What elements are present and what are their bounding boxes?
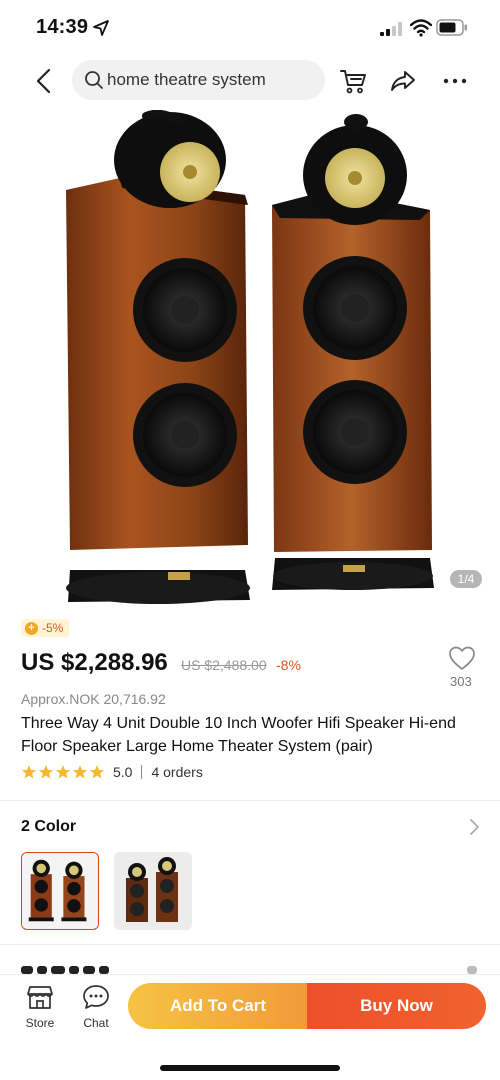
wishlist-count: 303 bbox=[450, 674, 472, 689]
color-section-title[interactable]: 2 Color bbox=[21, 818, 76, 836]
color-swatch-2[interactable] bbox=[114, 852, 192, 930]
coin-icon: + bbox=[25, 621, 38, 635]
status-time: 14:39 bbox=[36, 16, 89, 38]
discount-tag: + -5% bbox=[21, 619, 70, 637]
rating-separator bbox=[141, 765, 143, 779]
left-speaker bbox=[66, 110, 250, 604]
cart-icon[interactable] bbox=[338, 66, 368, 96]
chat-icon bbox=[83, 985, 109, 1009]
percent-off: -8% bbox=[276, 657, 301, 673]
add-to-cart-button[interactable]: Add To Cart bbox=[128, 983, 308, 1029]
back-chevron-icon[interactable] bbox=[30, 66, 58, 96]
approx-local-price: Approx.NOK 20,716.92 bbox=[21, 691, 166, 707]
more-icon[interactable] bbox=[440, 66, 470, 96]
star-icon bbox=[21, 765, 37, 779]
buy-now-button[interactable]: Buy Now bbox=[307, 983, 486, 1029]
battery-icon bbox=[436, 19, 467, 36]
store-button[interactable]: Store bbox=[20, 983, 60, 1035]
status-bar: 14:39 bbox=[0, 0, 500, 56]
heart-icon[interactable] bbox=[448, 645, 476, 671]
search-query-text: home theatre system bbox=[107, 70, 266, 89]
store-label: Store bbox=[25, 1016, 55, 1030]
color-swatch-1[interactable] bbox=[21, 852, 99, 930]
star-rating bbox=[21, 764, 105, 780]
color-swatch-2-image bbox=[114, 852, 192, 930]
share-icon[interactable] bbox=[388, 66, 418, 96]
location-arrow-icon bbox=[93, 20, 109, 36]
chat-label: Chat bbox=[83, 1016, 109, 1030]
search-icon bbox=[85, 71, 103, 89]
divider bbox=[0, 800, 500, 801]
right-speaker bbox=[272, 114, 434, 590]
color-swatch-1-image bbox=[22, 853, 97, 928]
star-icon bbox=[55, 765, 71, 779]
search-input[interactable]: home theatre system bbox=[72, 60, 325, 100]
specifications-heading-clipped bbox=[21, 960, 481, 974]
top-nav-bar: home theatre system bbox=[0, 58, 500, 104]
discount-tag-text: -5% bbox=[42, 621, 64, 635]
orders-count: 4 orders bbox=[151, 764, 203, 780]
divider bbox=[0, 944, 500, 945]
rating-row[interactable]: 5.0 4 orders bbox=[21, 763, 203, 781]
wifi-icon bbox=[410, 19, 432, 37]
original-price: US $2,488.00 bbox=[181, 657, 267, 673]
product-title: Three Way 4 Unit Double 10 Inch Woofer H… bbox=[21, 715, 456, 755]
product-image[interactable] bbox=[0, 110, 500, 610]
chat-button[interactable]: Chat bbox=[76, 983, 116, 1035]
chevron-right-icon[interactable] bbox=[468, 818, 480, 836]
rating-value: 5.0 bbox=[113, 764, 133, 780]
star-icon bbox=[89, 765, 105, 779]
current-price: US $2,288.96 bbox=[21, 649, 168, 676]
cellular-signal-icon bbox=[380, 22, 402, 36]
star-icon bbox=[72, 765, 88, 779]
home-indicator[interactable] bbox=[160, 1065, 340, 1071]
star-icon bbox=[38, 765, 54, 779]
image-counter-badge: 1/4 bbox=[450, 570, 482, 588]
store-icon bbox=[27, 986, 53, 1009]
